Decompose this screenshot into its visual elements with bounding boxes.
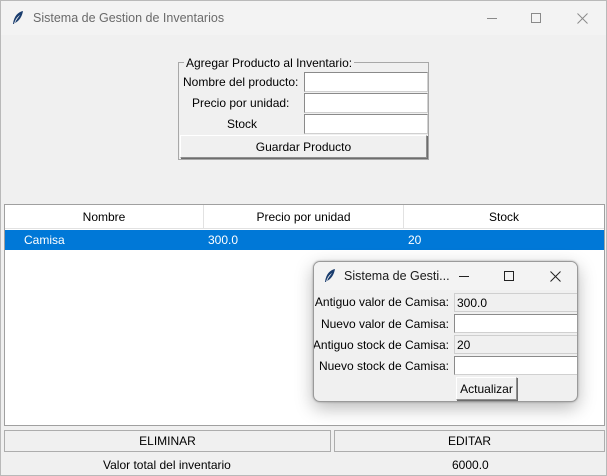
delete-button[interactable]: ELIMINAR <box>4 430 331 452</box>
edit-button[interactable]: EDITAR <box>334 430 605 452</box>
minimize-icon <box>487 18 497 19</box>
save-product-button[interactable]: Guardar Producto <box>180 135 427 158</box>
old-stock-field: 20 <box>454 335 577 354</box>
cell-stock: 20 <box>408 233 422 247</box>
feather-icon <box>325 269 335 282</box>
dialog-maximize-button[interactable] <box>486 262 532 290</box>
update-button[interactable]: Actualizar <box>456 377 517 400</box>
inventory-total-value: 6000.0 <box>452 458 489 472</box>
cell-name: Camisa <box>24 233 65 247</box>
column-header-stock[interactable]: Stock <box>404 205 604 229</box>
table-row[interactable]: Camisa 300.0 20 <box>5 230 604 250</box>
stock-input[interactable] <box>304 114 428 134</box>
dialog-minimize-button[interactable] <box>441 262 487 290</box>
unit-price-input[interactable] <box>304 93 428 113</box>
inventory-total-label: Valor total del inventario <box>103 458 231 472</box>
table-header: Nombre Precio por unidad Stock <box>5 205 604 229</box>
add-product-legend: Agregar Producto al Inventario: <box>184 56 355 70</box>
main-window: Sistema de Gestion de Inventarios Agrega… <box>0 0 607 476</box>
dialog-title: Sistema de Gesti... <box>344 269 450 283</box>
new-stock-label: Nuevo stock de Camisa: <box>318 359 449 373</box>
minimize-icon <box>459 276 469 277</box>
close-button[interactable] <box>559 1 605 35</box>
old-value-field: 300.0 <box>454 293 577 312</box>
cell-price: 300.0 <box>208 233 239 247</box>
feather-icon <box>13 11 23 24</box>
maximize-icon <box>504 271 514 281</box>
product-name-label: Nombre del producto: <box>183 75 299 89</box>
close-icon <box>549 270 561 282</box>
new-value-label: Nuevo valor de Camisa: <box>320 317 449 331</box>
column-header-price[interactable]: Precio por unidad <box>204 205 404 229</box>
close-icon <box>576 12 588 24</box>
maximize-icon <box>531 13 541 23</box>
old-stock-label: Antiguo stock de Camisa: <box>313 338 449 352</box>
column-header-name[interactable]: Nombre <box>5 205 204 229</box>
edit-dialog: Sistema de Gesti... Antiguo valor de Cam… <box>313 261 578 402</box>
new-value-input[interactable] <box>454 314 577 333</box>
dialog-title-bar[interactable]: Sistema de Gesti... <box>314 262 577 290</box>
product-name-input[interactable] <box>304 72 428 92</box>
unit-price-label: Precio por unidad: <box>192 96 290 110</box>
maximize-button[interactable] <box>513 1 559 35</box>
dialog-close-button[interactable] <box>532 262 577 290</box>
old-value-label: Antiguo valor de Camisa: <box>314 295 449 309</box>
minimize-button[interactable] <box>469 1 515 35</box>
window-title: Sistema de Gestion de Inventarios <box>33 11 225 25</box>
stock-label: Stock <box>227 117 258 131</box>
new-stock-input[interactable] <box>454 356 577 375</box>
title-bar[interactable]: Sistema de Gestion de Inventarios <box>1 1 606 35</box>
